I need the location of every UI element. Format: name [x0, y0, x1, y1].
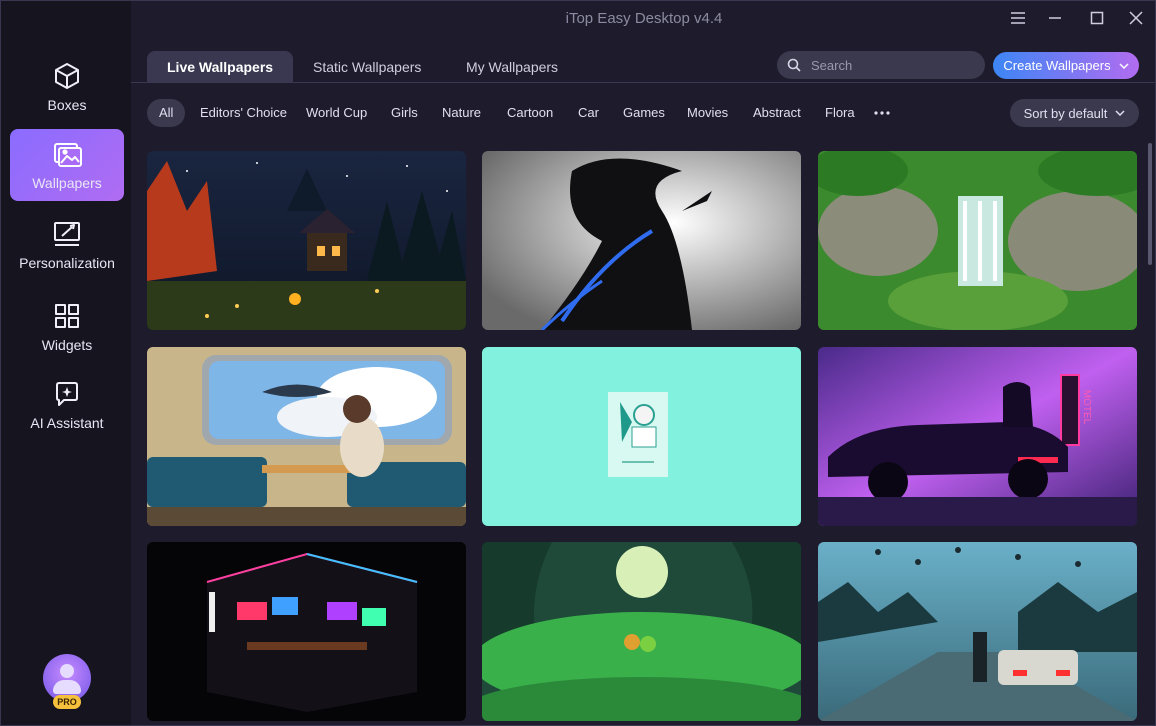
- sidebar-item-label: Widgets: [41, 337, 93, 353]
- sidebar-item-boxes[interactable]: Boxes: [10, 51, 124, 123]
- hamburger-icon: [1011, 12, 1025, 24]
- wallpaper-thumbnail: [147, 347, 466, 526]
- wallpaper-thumbnail: MOTEL: [818, 347, 1137, 526]
- category-games[interactable]: Games: [623, 99, 665, 127]
- category-cartoon[interactable]: Cartoon: [507, 99, 553, 127]
- tab-my-wallpapers[interactable]: My Wallpapers: [446, 51, 578, 83]
- wallpaper-card[interactable]: [818, 151, 1137, 330]
- create-wallpapers-button[interactable]: Create Wallpapers: [993, 52, 1139, 79]
- wallpaper-card[interactable]: [818, 542, 1137, 721]
- avatar-body: [53, 680, 81, 694]
- close-icon: [1129, 11, 1143, 25]
- category-abstract[interactable]: Abstract: [753, 99, 801, 127]
- wallpaper-thumbnail: [818, 542, 1137, 721]
- wallpaper-card[interactable]: MOTEL: [818, 347, 1137, 526]
- minimize-button[interactable]: [1042, 7, 1068, 29]
- app-window: Boxes Wallpapers Personalization Widgets…: [0, 0, 1156, 726]
- wallpaper-card[interactable]: [147, 542, 466, 721]
- minimize-icon: [1049, 17, 1061, 19]
- sidebar-item-label: Wallpapers: [32, 175, 102, 191]
- wallpaper-card[interactable]: [482, 542, 801, 721]
- category-world-cup[interactable]: World Cup: [306, 99, 367, 127]
- sidebar-item-widgets[interactable]: Widgets: [10, 291, 124, 363]
- category-editors-choice[interactable]: Editors' Choice: [200, 99, 287, 127]
- category-car[interactable]: Car: [578, 99, 599, 127]
- category-flora[interactable]: Flora: [825, 99, 855, 127]
- maximize-button[interactable]: [1084, 7, 1110, 29]
- sort-dropdown[interactable]: Sort by default: [1010, 99, 1139, 127]
- wallpaper-card[interactable]: [147, 347, 466, 526]
- sidebar: Boxes Wallpapers Personalization Widgets…: [1, 1, 131, 725]
- category-all[interactable]: All: [147, 99, 186, 127]
- wallpaper-thumbnail: [147, 542, 466, 721]
- ai-sparkle-icon: [56, 382, 78, 406]
- category-nature[interactable]: Nature: [442, 99, 481, 127]
- wallpaper-thumbnail: [818, 151, 1137, 330]
- wallpaper-thumbnail: [147, 151, 466, 330]
- sidebar-item-label: AI Assistant: [30, 415, 104, 431]
- wallpaper-card[interactable]: [482, 151, 801, 330]
- more-dots-icon: [874, 111, 890, 115]
- search-box[interactable]: [777, 51, 985, 79]
- close-button[interactable]: [1123, 7, 1149, 29]
- category-girls[interactable]: Girls: [391, 99, 418, 127]
- search-input[interactable]: [809, 56, 983, 74]
- widgets-grid-icon: [55, 304, 79, 328]
- cube-icon: [55, 63, 79, 89]
- monitor-brush-icon: [54, 222, 80, 246]
- sidebar-item-label: Boxes: [47, 97, 87, 113]
- app-title: iTop Easy Desktop v4.4: [565, 10, 723, 27]
- category-movies[interactable]: Movies: [687, 99, 728, 127]
- maximize-icon: [1090, 11, 1104, 25]
- tabs-divider: [131, 82, 1155, 83]
- search-icon: [787, 58, 801, 72]
- sidebar-item-ai-assistant[interactable]: AI Assistant: [10, 369, 124, 441]
- avatar[interactable]: PRO: [43, 654, 91, 709]
- sidebar-item-label: Personalization: [19, 255, 115, 271]
- tab-live-wallpapers[interactable]: Live Wallpapers: [147, 51, 294, 83]
- sidebar-item-wallpapers[interactable]: Wallpapers: [10, 129, 124, 201]
- title-bar: iTop Easy Desktop v4.4: [131, 1, 1155, 37]
- wallpaper-thumbnail: [482, 542, 801, 721]
- sidebar-item-personalization[interactable]: Personalization: [10, 209, 124, 281]
- tab-static-wallpapers[interactable]: Static Wallpapers: [293, 51, 441, 83]
- wallpaper-card[interactable]: [482, 347, 801, 526]
- chevron-down-icon: [1115, 110, 1125, 116]
- wallpaper-thumbnail: [482, 151, 801, 330]
- image-icon: [54, 143, 82, 167]
- sort-label: Sort by default: [1023, 105, 1108, 121]
- pro-badge: PRO: [53, 695, 81, 709]
- wallpaper-card[interactable]: [147, 151, 466, 330]
- wallpaper-thumbnail: [482, 347, 801, 526]
- scrollbar-thumb[interactable]: [1148, 143, 1152, 265]
- menu-button[interactable]: [1005, 7, 1031, 29]
- chevron-down-icon: [1119, 62, 1129, 69]
- motel-sign-text: MOTEL: [1081, 390, 1092, 425]
- avatar-head: [60, 664, 74, 678]
- more-categories-button[interactable]: [873, 105, 891, 121]
- create-wallpapers-label: Create Wallpapers: [1003, 58, 1111, 73]
